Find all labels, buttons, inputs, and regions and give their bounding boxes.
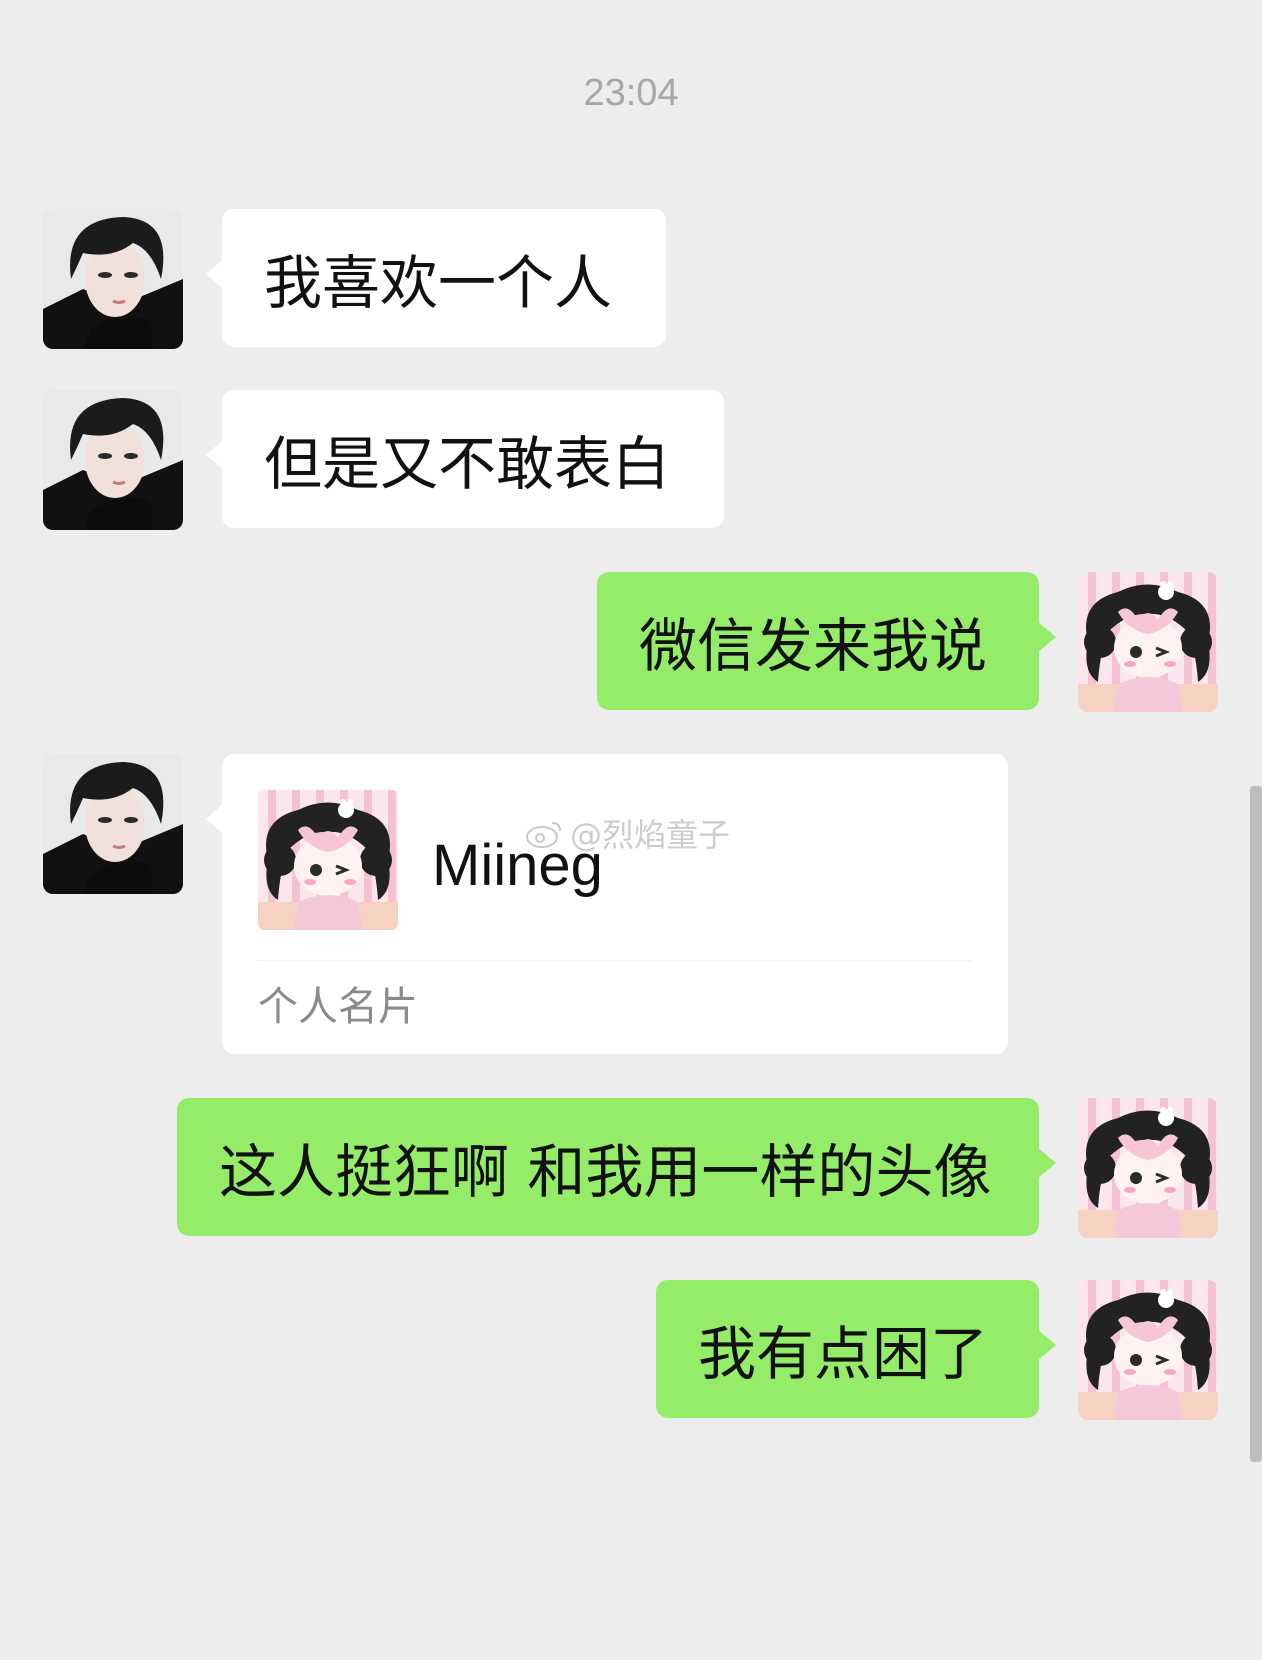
watermark: @烈焰童子 bbox=[524, 810, 730, 856]
contact-avatar[interactable] bbox=[43, 754, 183, 894]
my-avatar[interactable] bbox=[1078, 572, 1218, 712]
my-avatar[interactable] bbox=[1078, 1098, 1218, 1238]
weibo-icon bbox=[526, 822, 561, 848]
contact-card-divider bbox=[258, 960, 972, 961]
contact-avatar[interactable] bbox=[43, 390, 183, 530]
message-bubble-outgoing[interactable]: 微信发来我说 bbox=[597, 572, 1056, 710]
watermark-text: @烈焰童子 bbox=[570, 816, 731, 854]
message-bubble-incoming[interactable]: 但是又不敢表白 bbox=[206, 390, 724, 528]
scrollbar[interactable] bbox=[1250, 786, 1262, 1462]
message-bubble-outgoing[interactable]: 这人挺狂啊 和我用一样的头像 bbox=[177, 1098, 1056, 1236]
contact-card-avatar bbox=[258, 790, 398, 930]
message-bubble-incoming[interactable]: 我喜欢一个人 bbox=[206, 209, 666, 347]
message-bubble-outgoing[interactable]: 我有点困了 bbox=[656, 1280, 1056, 1418]
my-avatar[interactable] bbox=[1078, 1280, 1218, 1420]
contact-card-label: 个人名片 bbox=[258, 984, 418, 1030]
contact-card[interactable]: Miineg 个人名片 bbox=[206, 754, 1008, 1054]
chat-timestamp: 23:04 bbox=[583, 72, 679, 114]
contact-avatar[interactable] bbox=[43, 209, 183, 349]
